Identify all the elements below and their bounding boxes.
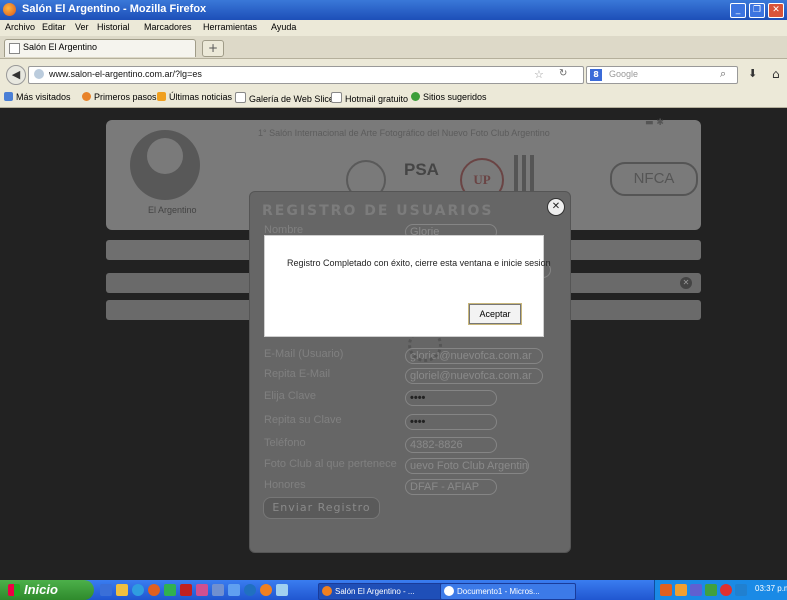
download-icon[interactable]: ⬇ [748,67,757,80]
bookmarks-bar: Más visitados Primeros pasos Últimas not… [0,89,787,108]
firefox-icon[interactable] [260,584,272,596]
ie-icon [411,92,420,101]
page-icon [9,43,20,54]
repita-email-field[interactable]: gloriel@nuevofca.com.ar [405,368,543,384]
bookmark-ultimas-noticias[interactable]: Últimas noticias [157,92,232,102]
nfca-logo: NFCA [610,162,698,196]
maximize-button[interactable]: ❐ [749,3,765,18]
navigation-bar: ◀ www.salon-el-argentino.com.ar/?lg=es ☆… [0,59,787,89]
close-icon[interactable]: ✕ [680,277,692,289]
tab-bar: Salón El Argentino + [0,36,787,59]
firefox-icon [82,92,91,101]
telefono-field[interactable]: 4382-8826 [405,437,497,453]
bookmark-galeria-web-slice[interactable]: Galería de Web Slice [235,92,334,104]
search-engine-icon[interactable]: 8 [590,69,602,81]
tray-icon[interactable] [735,584,747,596]
back-button[interactable]: ◀ [6,65,26,85]
aceptar-button[interactable]: Aceptar [468,303,522,325]
tray-icon[interactable] [675,584,687,596]
tab-salon[interactable]: Salón El Argentino [4,39,196,57]
club-logo-text: El Argentino [148,205,197,215]
menu-editar[interactable]: Editar [42,22,66,32]
app-icon[interactable] [164,584,176,596]
word-icon [444,586,454,596]
bookmark-primeros-pasos[interactable]: Primeros pasos [82,92,157,102]
menu-herramientas[interactable]: Herramientas [203,22,257,32]
tower-logo [514,155,534,195]
tab-label: Salón El Argentino [23,42,98,52]
club-logo-inner [147,138,183,174]
tray-icon[interactable] [705,584,717,596]
tray-icon[interactable] [720,584,732,596]
browser-icon[interactable] [148,584,160,596]
label-honores: Honores [264,479,306,491]
page-icon [331,92,342,103]
foto-club-field[interactable]: uevo Foto Club Argentino [405,458,529,474]
menu-historial[interactable]: Historial [97,22,130,32]
bookmark-hotmail[interactable]: Hotmail gratuito [331,92,408,104]
minimize-button[interactable]: _ [730,3,746,18]
new-tab-button[interactable]: + [202,40,224,57]
app-icon[interactable] [228,584,240,596]
firefox-icon [322,586,332,596]
start-button[interactable]: Inicio [0,580,94,600]
home-icon[interactable]: ⌂ [772,67,780,81]
search-placeholder: Google [609,69,639,79]
tray-icon[interactable] [660,584,672,596]
task-firefox[interactable]: Salón El Argentino - ... [318,583,454,600]
label-repita-email: Repita E-Mail [264,368,331,380]
label-email: E-Mail (Usuario) [264,348,344,360]
star-icon[interactable]: ☆ [534,68,544,81]
rss-icon [157,92,166,101]
repita-clave-field[interactable]: •••• [405,414,497,430]
menu-marcadores[interactable]: Marcadores [144,22,192,32]
firefox-icon [3,3,16,16]
salon-title: 1° Salón Internacional de Arte Fotográfi… [258,128,550,138]
panel-title: REGISTRO DE USUARIOS [262,203,494,219]
label-repita-clave: Repita su Clave [264,414,342,426]
search-box[interactable]: 8 Google ⌕ [586,66,738,84]
window-title: Salón El Argentino - Mozilla Firefox [22,3,207,15]
url-text: www.salon-el-argentino.com.ar/?lg=es [49,69,202,79]
task-word[interactable]: Documento1 - Micros... [440,583,576,600]
honores-field[interactable]: DFAF - AFIAP [405,479,497,495]
clave-field[interactable]: •••• [405,390,497,406]
menu-bar: Archivo Editar Ver Historial Marcadores … [0,20,787,36]
label-clave: Elija Clave [264,390,316,402]
bookmark-mas-visitados[interactable]: Más visitados [4,92,71,102]
menu-ayuda[interactable]: Ayuda [271,22,296,32]
windows-flag-icon [8,584,20,596]
title-bar: Salón El Argentino - Mozilla Firefox _ ❐… [0,0,787,20]
clock: 03:37 p.m. [755,584,787,593]
reload-icon[interactable]: ↻ [559,68,567,79]
tray-icon[interactable] [690,584,702,596]
bookmark-icon [4,92,13,101]
menu-ver[interactable]: Ver [75,22,89,32]
app-icon[interactable] [244,584,256,596]
label-foto-club: Foto Club al que pertenece [264,458,397,470]
search-icon[interactable]: ⌕ [720,67,726,81]
page-icon [235,92,246,103]
language-flags-icon[interactable]: ▬ ✱ [645,118,664,128]
app-icon[interactable] [180,584,192,596]
enviar-registro-button[interactable]: Enviar Registro [263,497,380,519]
psa-logo: PSA [404,160,439,179]
folder-icon[interactable] [116,584,128,596]
bookmark-sitios-sugeridos[interactable]: Sitios sugeridos [411,92,487,102]
label-telefono: Teléfono [264,437,306,449]
menu-archivo[interactable]: Archivo [5,22,35,32]
app-icon[interactable] [212,584,224,596]
quicklaunch-icon[interactable] [100,584,112,596]
ie-icon[interactable] [132,584,144,596]
dialog-message: Registro Completado con éxito, cierre es… [287,258,551,268]
globe-icon [34,69,44,79]
app-icon[interactable] [196,584,208,596]
url-bar[interactable]: www.salon-el-argentino.com.ar/?lg=es ☆ ↻ [28,66,584,84]
close-button[interactable]: ✕ [768,3,784,18]
panel-close-button[interactable]: ✕ [547,198,565,216]
app-icon[interactable] [276,584,288,596]
